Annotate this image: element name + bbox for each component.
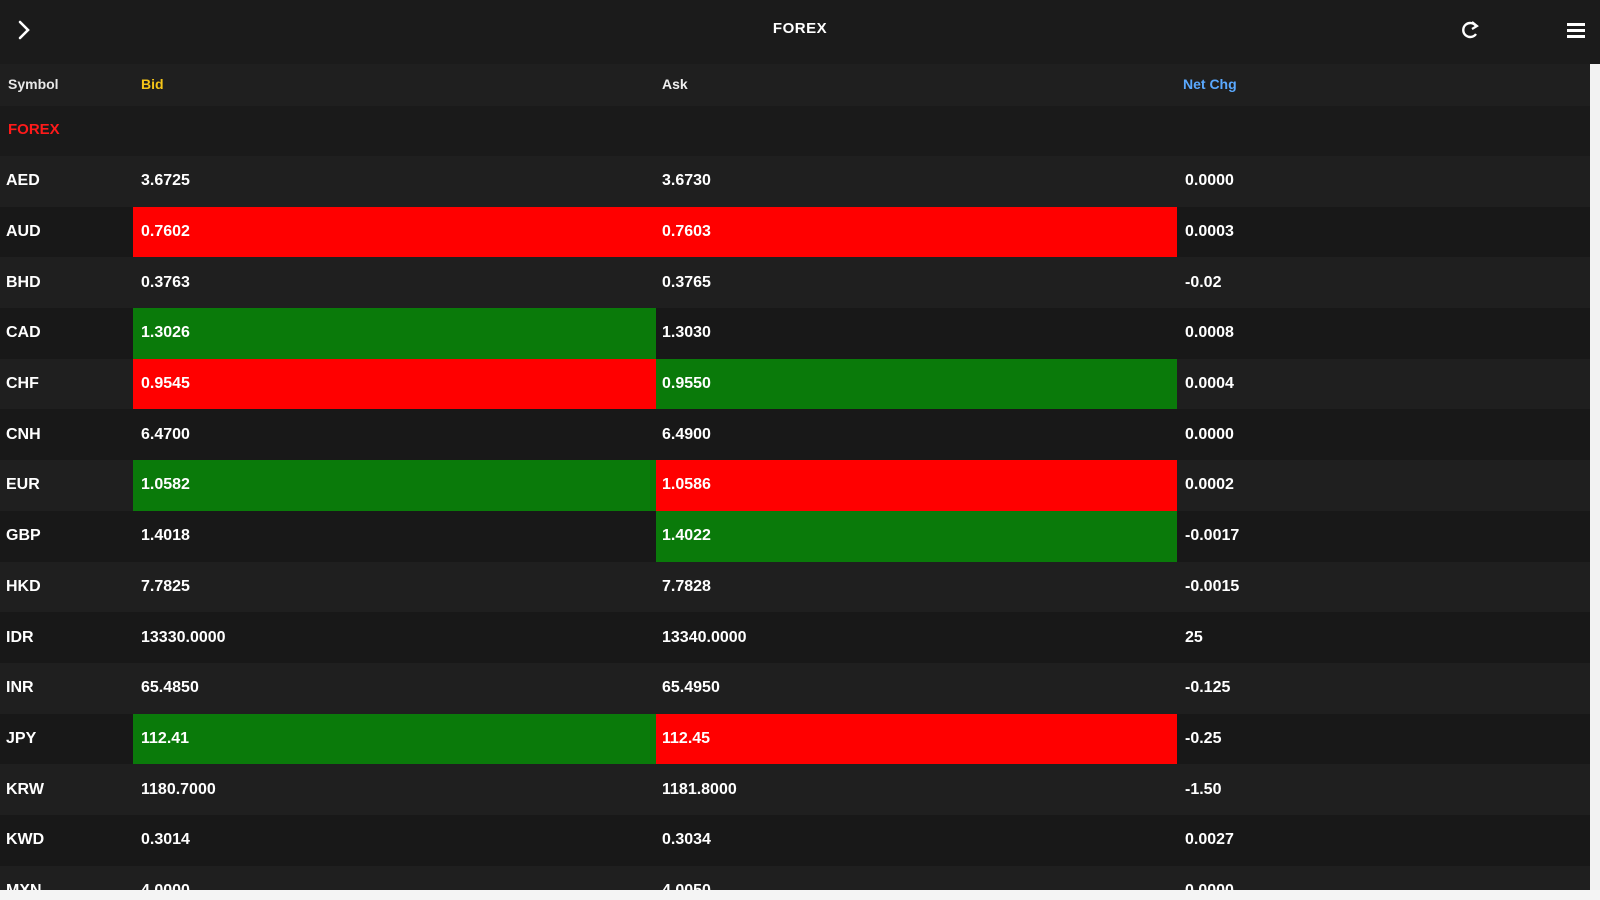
ask-cell: 7.7828	[662, 577, 711, 595]
net-change-cell: 0.0000	[1177, 866, 1590, 890]
bid-cell: 6.4700	[141, 425, 190, 443]
net-change-cell: 0.0003	[1185, 223, 1234, 241]
ask-cell: 6.4900	[662, 425, 711, 443]
ask-cell: 0.9550	[656, 358, 1177, 410]
table-row[interactable]: BHD 0.3763 0.3765 -0.02	[0, 257, 1590, 309]
net-change-cell: -0.25	[1185, 729, 1222, 747]
table-row[interactable]: CNH 6.4700 6.4900 0.0000	[0, 409, 1590, 461]
bid-cell: 0.3014	[141, 831, 190, 849]
table-row[interactable]: JPY 112.41 112.45 -0.25	[0, 713, 1590, 765]
page-title: FOREX	[772, 20, 828, 37]
symbol-cell: EUR	[6, 476, 40, 494]
table-header: Symbol Bid Ask Net Chg	[0, 64, 1590, 106]
symbol-cell: AUD	[6, 223, 41, 241]
table-row[interactable]: EUR 1.0582 1.0586 0.0002	[0, 460, 1590, 511]
symbol-cell: CAD	[6, 324, 41, 342]
net-change-cell: 25	[1185, 628, 1203, 646]
ask-cell: 1.3030	[662, 324, 711, 342]
bid-cell: 112.41	[133, 713, 656, 765]
bid-cell: 0.9545	[133, 358, 656, 410]
forex-quotes-screen: FOREX Symbol Bid Ask Net Chg FOREX AED 3…	[0, 0, 1600, 900]
ask-cell: 1.0586	[656, 460, 1177, 511]
bid-cell: 3.6725	[141, 172, 190, 190]
ask-cell: 112.45	[656, 713, 1177, 765]
group-header-forex: FOREX	[0, 106, 1590, 156]
ask-cell: 3.6730	[662, 172, 711, 190]
net-change-cell: 0.0027	[1185, 831, 1234, 849]
symbol-cell: GBP	[6, 527, 41, 545]
quotes-table-body: AED 3.6725 3.6730 0.0000 AUD 0.7602 0.7603 0.00…	[0, 156, 1590, 890]
symbol-cell: JPY	[6, 729, 37, 747]
ask-cell: 0.3034	[662, 831, 711, 849]
refresh-icon	[1458, 18, 1482, 47]
symbol-cell: KRW	[6, 780, 44, 798]
table-row[interactable]: KWD 0.3014 0.3034 0.0027	[0, 814, 1590, 866]
symbol-cell: BHD	[6, 273, 41, 291]
ask-cell: 65.4950	[662, 679, 720, 697]
net-change-cell: -0.0015	[1185, 577, 1240, 595]
bid-cell: 7.7825	[141, 577, 190, 595]
ask-cell: 0.3765	[662, 273, 711, 291]
bid-cell: 0.3763	[141, 273, 190, 291]
symbol-cell: CNH	[6, 425, 41, 443]
symbol-cell: IDR	[6, 628, 34, 646]
table-row[interactable]: KRW 1180.7000 1181.8000 -1.50	[0, 764, 1590, 815]
bid-cell: 1180.7000	[141, 780, 216, 798]
symbol-cell: CHF	[6, 375, 39, 393]
symbol-cell: KWD	[6, 831, 45, 849]
ask-cell: 4.0050	[656, 866, 1177, 890]
symbol-cell: MXN	[0, 866, 133, 890]
net-change-cell: 0.0004	[1185, 375, 1234, 393]
ask-cell: 13340.0000	[662, 628, 747, 646]
bid-cell: 1.4018	[141, 527, 190, 545]
symbol-cell: AED	[6, 172, 40, 190]
header-net-chg[interactable]: Net Chg	[1183, 76, 1237, 92]
top-bar: FOREX	[0, 0, 1600, 64]
table-row[interactable]: CHF 0.9545 0.9550 0.0004	[0, 358, 1590, 410]
table-row[interactable]: AUD 0.7602 0.7603 0.0003	[0, 206, 1590, 258]
net-change-cell: -0.0017	[1185, 527, 1240, 545]
ask-cell: 1.4022	[656, 510, 1177, 562]
net-change-cell: -0.125	[1185, 679, 1231, 697]
header-bid[interactable]: Bid	[141, 76, 164, 92]
bid-cell: 0.7602	[133, 206, 656, 258]
bid-cell: 4.0000	[133, 866, 656, 890]
bid-cell: 65.4850	[141, 679, 199, 697]
bid-cell: 1.0582	[133, 460, 656, 511]
symbol-cell: HKD	[6, 577, 41, 595]
table-row[interactable]: IDR 13330.0000 13340.0000 25	[0, 612, 1590, 663]
ask-cell: 1181.8000	[662, 780, 737, 798]
ask-cell: 0.7603	[656, 206, 1177, 258]
table-row[interactable]: HKD 7.7825 7.7828 -0.0015	[0, 561, 1590, 613]
net-change-cell: 0.0000	[1185, 172, 1234, 190]
table-row[interactable]: AED 3.6725 3.6730 0.0000	[0, 156, 1590, 207]
group-label: FOREX	[8, 121, 60, 138]
header-symbol[interactable]: Symbol	[8, 76, 59, 92]
hamburger-menu-icon	[1565, 19, 1587, 46]
symbol-cell: INR	[6, 679, 34, 697]
net-change-cell: -0.02	[1185, 273, 1222, 291]
bid-cell: 13330.0000	[141, 628, 226, 646]
net-change-cell: 0.0002	[1185, 476, 1234, 494]
menu-button[interactable]	[1558, 14, 1594, 50]
scrollbar[interactable]	[1590, 64, 1600, 890]
bottom-edge	[0, 890, 1600, 900]
net-change-cell: -1.50	[1185, 780, 1222, 798]
table-row[interactable]: INR 65.4850 65.4950 -0.125	[0, 662, 1590, 714]
refresh-button[interactable]	[1452, 14, 1488, 50]
table-row[interactable]: GBP 1.4018 1.4022 -0.0017	[0, 510, 1590, 562]
net-change-cell: 0.0008	[1185, 324, 1234, 342]
table-row[interactable]: MXN4.00004.00500.0000	[0, 865, 1590, 890]
net-change-cell: 0.0000	[1185, 425, 1234, 443]
table-row[interactable]: CAD 1.3026 1.3030 0.0008	[0, 308, 1590, 359]
bid-cell: 1.3026	[133, 308, 656, 359]
header-ask[interactable]: Ask	[662, 76, 688, 92]
